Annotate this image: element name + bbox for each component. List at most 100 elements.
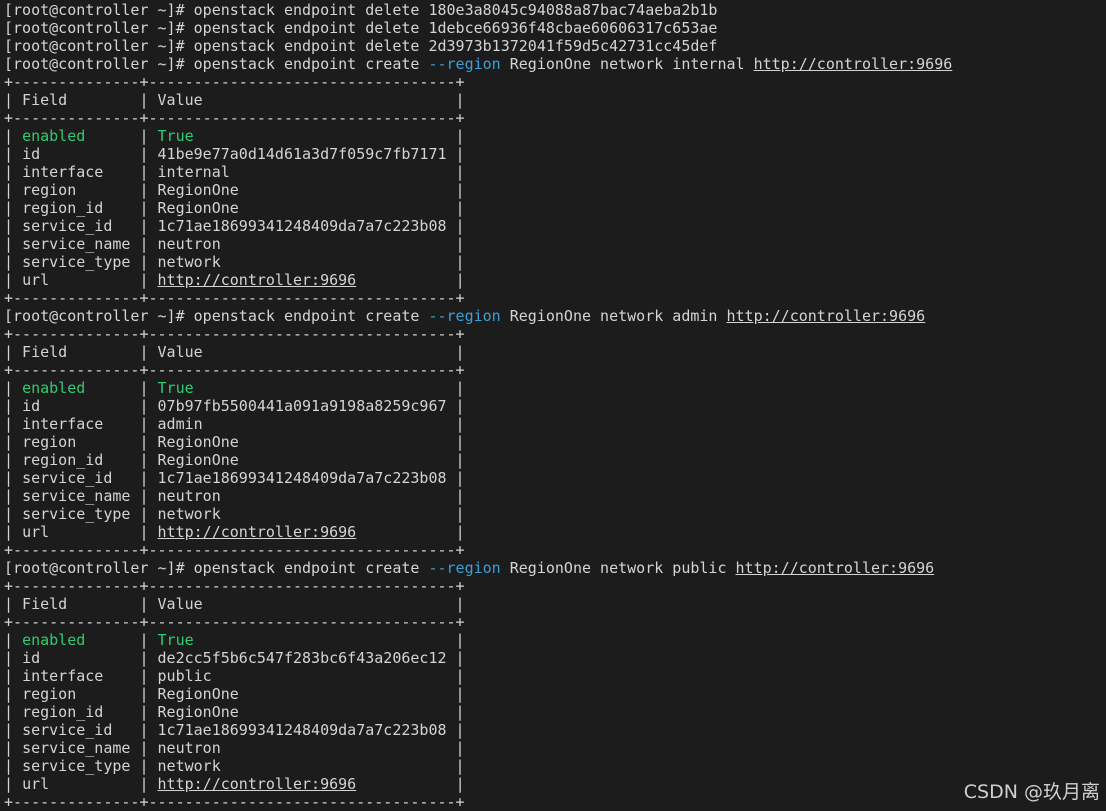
field-value: True xyxy=(157,379,456,397)
table-row: | interface | internal | xyxy=(4,163,1106,181)
command-line: [root@controller ~]# openstack endpoint … xyxy=(4,55,1106,73)
region-flag: --region xyxy=(428,559,501,577)
field-name: url xyxy=(22,271,140,289)
field-name: region xyxy=(22,685,140,703)
field-name: region_id xyxy=(22,703,140,721)
border-text: +--------------+------------------------… xyxy=(4,361,465,379)
pipe: | xyxy=(139,721,158,739)
table-border: +--------------+------------------------… xyxy=(4,73,1106,91)
table-row: | region | RegionOne | xyxy=(4,433,1106,451)
pipe: | xyxy=(4,721,23,739)
region-flag: --region xyxy=(428,55,501,73)
field-value: 07b97fb5500441a091a9198a8259c967 xyxy=(157,397,456,415)
command-text: openstack endpoint delete 1debce66936f48… xyxy=(184,19,718,37)
field-name: region_id xyxy=(22,199,140,217)
table-border: +--------------+------------------------… xyxy=(4,541,1106,559)
url-link[interactable]: http://controller:9696 xyxy=(754,55,953,73)
field-name: url xyxy=(22,775,140,793)
pipe: | xyxy=(455,631,465,649)
pipe: | xyxy=(139,739,158,757)
region-flag: --region xyxy=(428,307,501,325)
table-header: | Field | Value | xyxy=(4,91,1106,109)
field-name: url xyxy=(22,523,140,541)
pipe: | xyxy=(139,523,158,541)
pipe: | xyxy=(139,757,158,775)
field-value: network xyxy=(157,253,456,271)
pipe: | xyxy=(139,487,158,505)
pipe: | xyxy=(139,649,158,667)
pipe: | xyxy=(455,451,465,469)
table-row: | url | http://controller:9696 | xyxy=(4,271,1106,289)
command-line: [root@controller ~]# openstack endpoint … xyxy=(4,37,1106,55)
field-value: 1c71ae18699341248409da7a7c223b08 xyxy=(157,721,456,739)
pipe: | xyxy=(455,523,465,541)
pipe: | xyxy=(455,685,465,703)
command-line: [root@controller ~]# openstack endpoint … xyxy=(4,1,1106,19)
command-line: [root@controller ~]# openstack endpoint … xyxy=(4,307,1106,325)
prompt: [root@controller ~]# xyxy=(4,1,185,19)
pipe: | xyxy=(4,127,23,145)
url-link[interactable]: http://controller:9696 xyxy=(158,523,357,541)
pipe: | xyxy=(139,217,158,235)
pipe: | xyxy=(139,469,158,487)
pipe: | xyxy=(455,217,465,235)
pipe: | xyxy=(139,181,158,199)
table-row: | service_type | network | xyxy=(4,253,1106,271)
pipe: | xyxy=(4,199,23,217)
field-value: RegionOne xyxy=(157,703,456,721)
table-row: | region_id | RegionOne | xyxy=(4,703,1106,721)
pipe: | xyxy=(455,253,465,271)
pipe: | xyxy=(455,505,465,523)
pipe: | xyxy=(139,235,158,253)
pipe: | xyxy=(455,433,465,451)
pipe: | xyxy=(139,253,158,271)
command-args: RegionOne network public xyxy=(500,559,736,577)
pipe: | xyxy=(139,397,158,415)
pipe: | xyxy=(455,649,465,667)
field-value: network xyxy=(157,505,456,523)
pipe: | xyxy=(139,775,158,793)
pipe: | xyxy=(4,469,23,487)
field-name: id xyxy=(22,649,140,667)
pipe: | xyxy=(455,397,465,415)
pipe: | xyxy=(4,667,23,685)
pipe: | xyxy=(455,469,465,487)
pipe: | xyxy=(455,163,465,181)
border-text: +--------------+------------------------… xyxy=(4,109,465,127)
field-name: interface xyxy=(22,415,140,433)
header-text: | Field | Value | xyxy=(4,595,465,613)
url-link[interactable]: http://controller:9696 xyxy=(158,271,357,289)
pad xyxy=(356,775,455,793)
pipe: | xyxy=(4,379,23,397)
pipe: | xyxy=(4,523,23,541)
table-border: +--------------+------------------------… xyxy=(4,325,1106,343)
table-border: +--------------+------------------------… xyxy=(4,289,1106,307)
table-row: | interface | public | xyxy=(4,667,1106,685)
table-row: | interface | admin | xyxy=(4,415,1106,433)
pipe: | xyxy=(4,181,23,199)
field-name: service_name xyxy=(22,235,140,253)
url-link[interactable]: http://controller:9696 xyxy=(158,775,357,793)
terminal-output[interactable]: [root@controller ~]# openstack endpoint … xyxy=(4,1,1106,811)
url-link[interactable]: http://controller:9696 xyxy=(727,307,926,325)
table-row: | enabled | True | xyxy=(4,127,1106,145)
table-row: | service_name | neutron | xyxy=(4,487,1106,505)
pipe: | xyxy=(4,145,23,163)
pipe: | xyxy=(4,703,23,721)
pipe: | xyxy=(139,703,158,721)
table-row: | region_id | RegionOne | xyxy=(4,199,1106,217)
pipe: | xyxy=(455,127,465,145)
field-name: enabled xyxy=(22,631,140,649)
url-link[interactable]: http://controller:9696 xyxy=(736,559,935,577)
pad xyxy=(356,523,455,541)
border-text: +--------------+------------------------… xyxy=(4,613,465,631)
pipe: | xyxy=(4,217,23,235)
border-text: +--------------+------------------------… xyxy=(4,73,465,91)
pipe: | xyxy=(4,739,23,757)
field-value: network xyxy=(157,757,456,775)
pipe: | xyxy=(455,739,465,757)
field-name: id xyxy=(22,397,140,415)
field-name: enabled xyxy=(22,379,140,397)
pipe: | xyxy=(455,757,465,775)
pipe: | xyxy=(139,415,158,433)
